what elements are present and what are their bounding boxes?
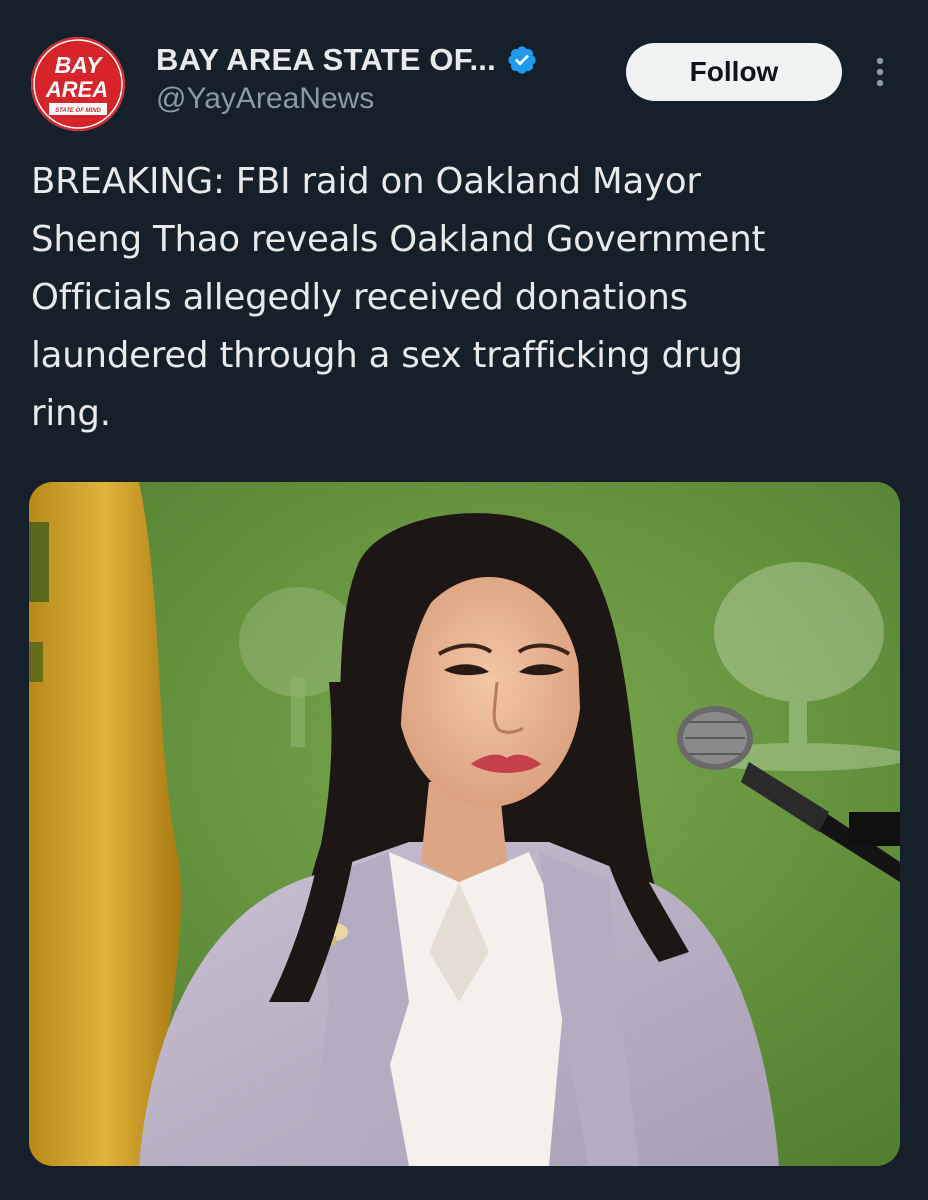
avatar-text-line2: AREA <box>45 77 108 102</box>
tweet-text: BREAKING: FBI raid on Oakland Mayor Shen… <box>31 161 766 434</box>
bay-area-logo-icon: BAY AREA STATE OF MIND <box>31 37 125 131</box>
tweet-photo[interactable] <box>29 482 900 1166</box>
display-name[interactable]: BAY AREA STATE OF... <box>156 42 496 78</box>
account-handle[interactable]: @YayAreaNews <box>156 82 374 116</box>
photo-illustration <box>29 482 900 1166</box>
tweet-card: BAY AREA STATE OF MIND BAY AREA STATE OF… <box>0 0 928 1200</box>
avatar-tagline: STATE OF MIND <box>55 108 101 114</box>
more-dots-icon <box>876 57 884 87</box>
avatar-text-line1: BAY <box>55 52 105 78</box>
avatar[interactable]: BAY AREA STATE OF MIND <box>31 37 125 131</box>
follow-button[interactable]: Follow <box>626 43 842 101</box>
more-options-button[interactable] <box>862 52 898 92</box>
display-name-row[interactable]: BAY AREA STATE OF... <box>156 40 538 80</box>
verified-badge-icon <box>506 44 538 76</box>
